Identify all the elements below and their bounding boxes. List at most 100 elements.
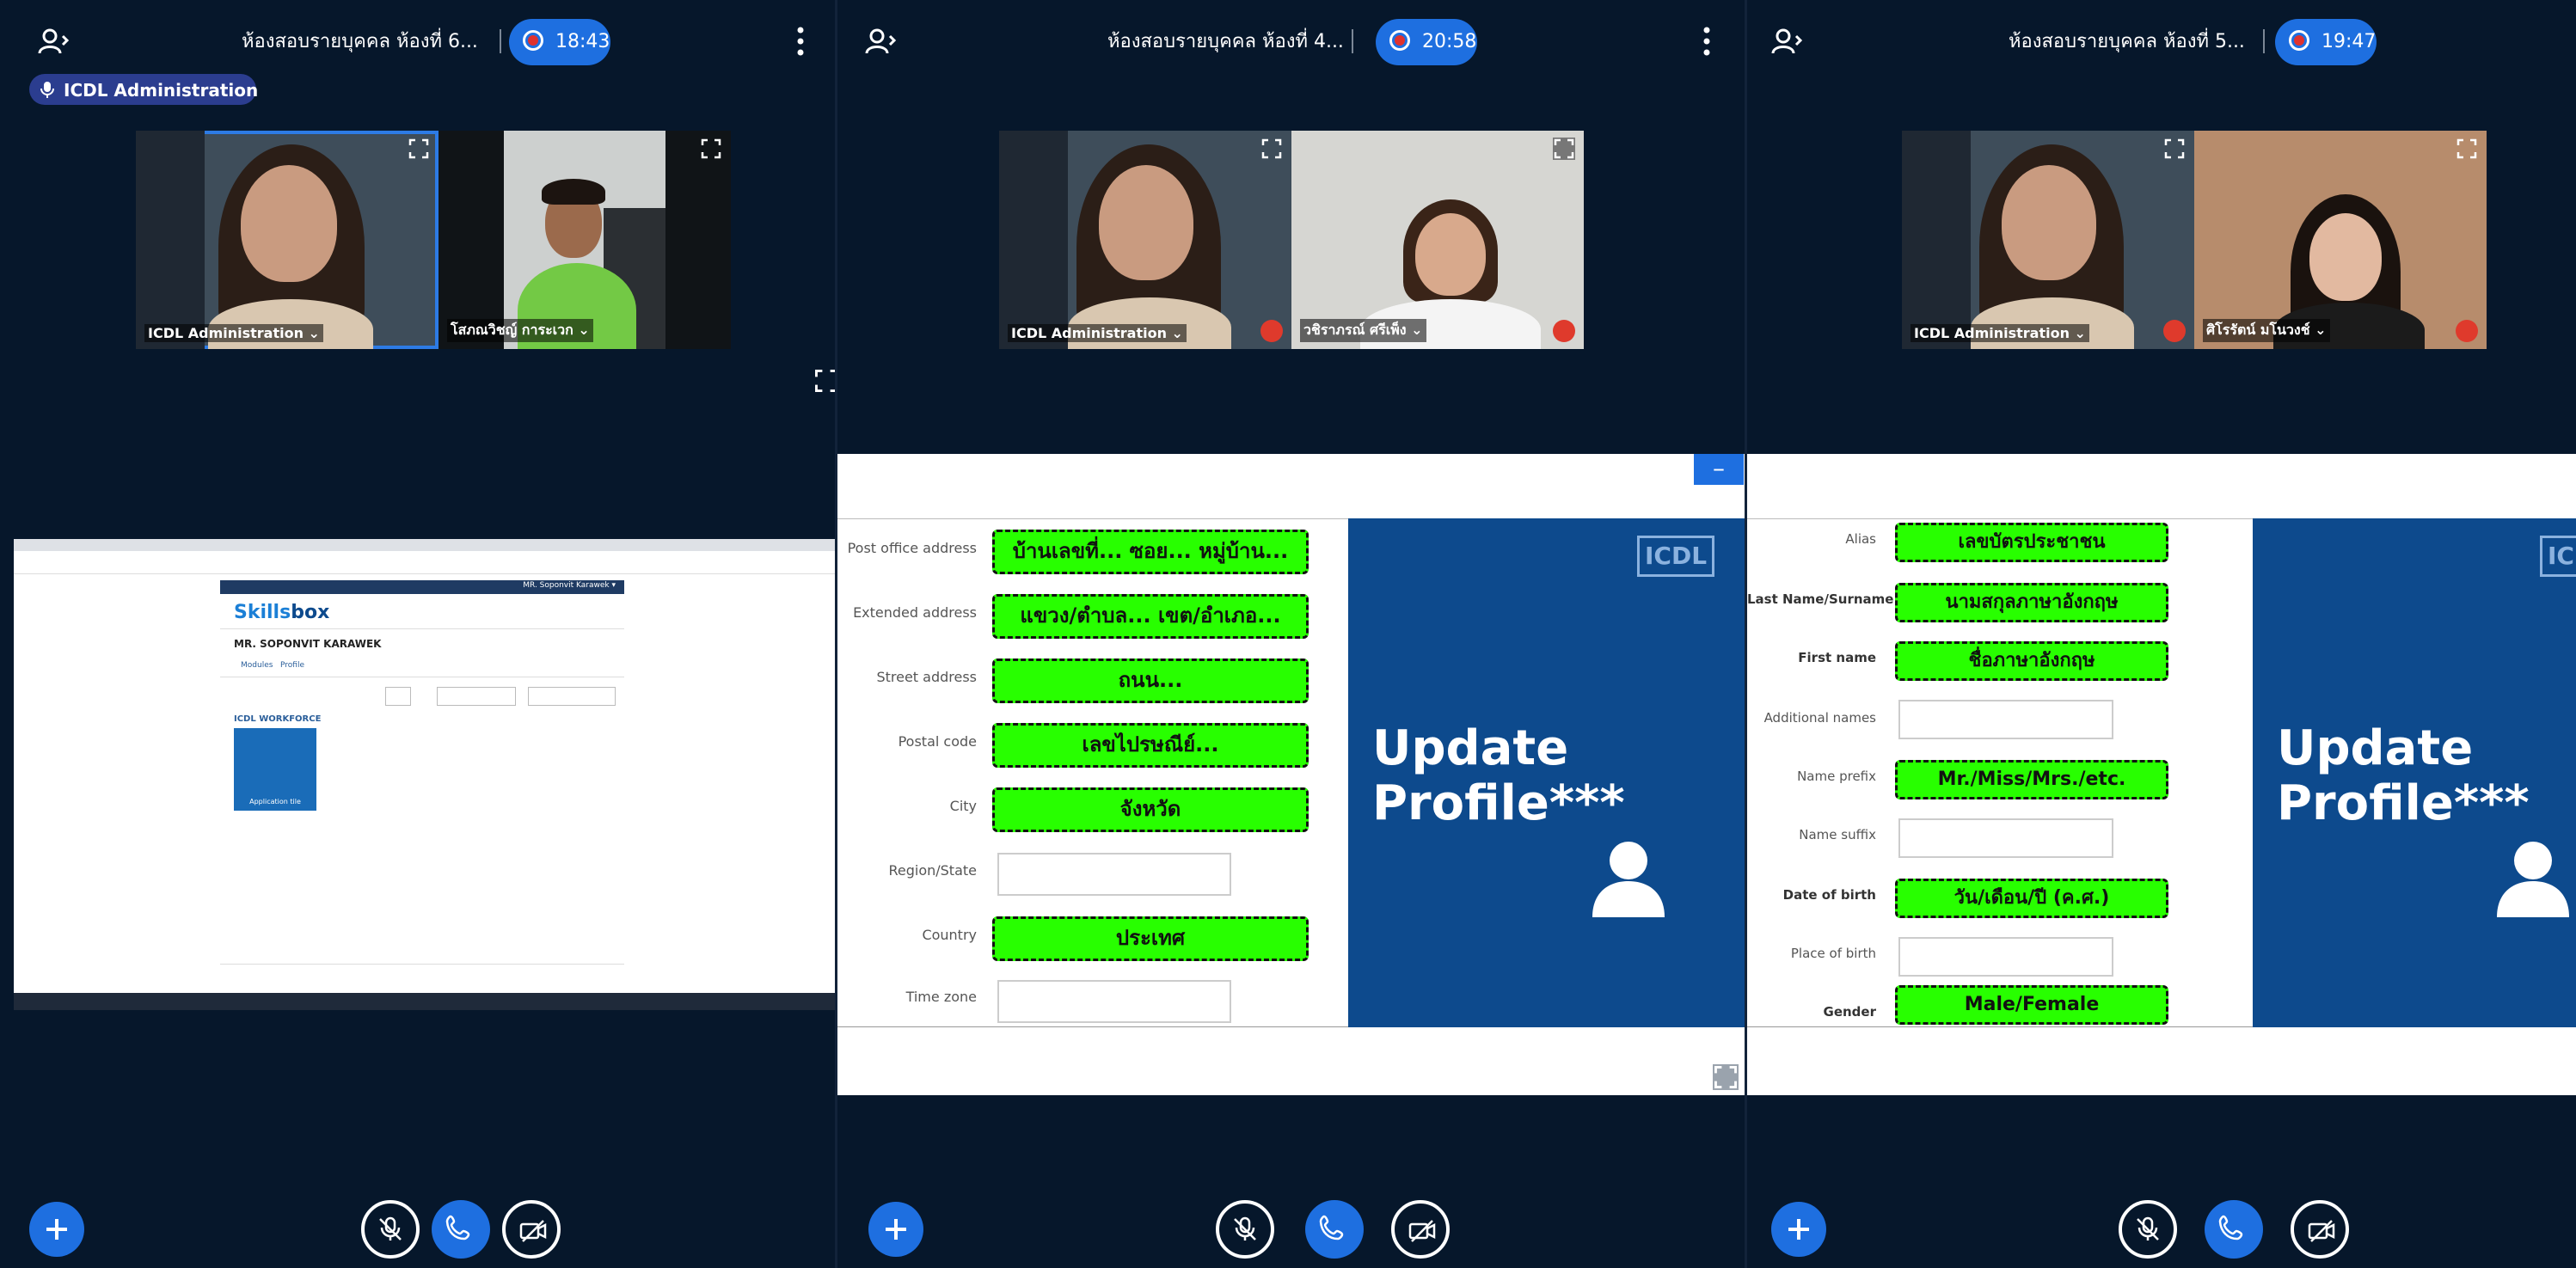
- camera-off-icon: [2308, 1220, 2335, 1242]
- recording-indicator[interactable]: 19:47: [2275, 19, 2377, 65]
- video-tile-admin[interactable]: ICDL Administration ⌄: [136, 131, 439, 349]
- fullscreen-icon[interactable]: [2163, 138, 2186, 160]
- video-tile-student[interactable]: วชิราภรณ์ ศรีเพ็ง ⌄: [1291, 131, 1584, 349]
- mic-muted-icon: [2163, 320, 2186, 342]
- minimize-presentation-button[interactable]: –: [1694, 454, 1744, 485]
- mute-button[interactable]: [1216, 1200, 1274, 1259]
- users-icon[interactable]: [863, 24, 898, 58]
- slide-headline: Update: [2277, 720, 2474, 776]
- fullscreen-icon[interactable]: [1553, 138, 1575, 160]
- plus-icon: [886, 1219, 906, 1240]
- fullscreen-icon[interactable]: [813, 368, 835, 394]
- leave-audio-button[interactable]: [2205, 1200, 2263, 1259]
- field-label: Post office address: [847, 540, 977, 556]
- field-value: บ้านเลขที่... ซอย... หมู่บ้าน...: [992, 530, 1309, 574]
- slide-headline: Update: [1372, 720, 1569, 776]
- skillsbox-nav: Modules Profile: [241, 661, 304, 670]
- browser-tabs: [14, 539, 835, 551]
- fullscreen-icon[interactable]: [1713, 1064, 1739, 1090]
- participant-name[interactable]: วชิราภรณ์ ศรีเพ็ง ⌄: [1300, 319, 1426, 342]
- field-label: Time zone: [905, 989, 977, 1005]
- field-value: จังหวัด: [992, 787, 1309, 832]
- actions-button[interactable]: [29, 1202, 84, 1257]
- video-tile-student[interactable]: ศิโรรัตน์ มโนวงช์ ⌄: [2194, 131, 2487, 349]
- users-icon[interactable]: [1769, 24, 1804, 58]
- presentation-slide: Alias เลขบัตรประชาชน Last Name/Surname น…: [1747, 454, 2576, 1095]
- mic-muted-icon: [379, 1216, 402, 1240]
- icdl-logo: ICDL: [1637, 536, 1715, 577]
- recording-indicator[interactable]: 18:43: [509, 19, 610, 65]
- field-label: Region/State: [888, 862, 977, 879]
- plus-icon: [46, 1219, 67, 1240]
- participant-name[interactable]: ICDL Administration ⌄: [1008, 324, 1187, 342]
- field-label: Postal code: [898, 733, 977, 750]
- field-label: Extended address: [853, 604, 977, 621]
- icdl-logo: ICDL: [2540, 536, 2576, 577]
- phone-icon: [1319, 1215, 1344, 1240]
- field-label: Name suffix: [1799, 827, 1876, 842]
- fullscreen-icon[interactable]: [408, 138, 430, 160]
- mic-muted-icon: [2456, 320, 2478, 342]
- camera-button[interactable]: [502, 1200, 561, 1259]
- users-icon[interactable]: [36, 24, 71, 58]
- browser-address-bar: [14, 551, 835, 574]
- kebab-menu-icon[interactable]: [1702, 26, 1711, 57]
- person-icon: [2497, 842, 2569, 917]
- talking-indicator: ICDL Administration: [29, 74, 258, 105]
- person-icon: [1592, 842, 1665, 917]
- actions-button[interactable]: [868, 1202, 923, 1257]
- slide-headline: Profile***: [1372, 775, 1625, 831]
- recording-indicator[interactable]: 20:58: [1376, 19, 1477, 65]
- mute-button[interactable]: [2119, 1200, 2177, 1259]
- field-value: นามสกุลภาษาอังกฤษ: [1895, 583, 2168, 622]
- fullscreen-icon[interactable]: [1260, 138, 1283, 160]
- mute-button[interactable]: [361, 1200, 420, 1259]
- record-icon: [1389, 30, 1410, 51]
- application-tile[interactable]: Application tile: [234, 728, 316, 811]
- microphone-icon: [40, 82, 54, 98]
- field-value: ประเทศ: [992, 916, 1309, 961]
- fullscreen-icon[interactable]: [2456, 138, 2478, 160]
- fullscreen-icon[interactable]: [700, 138, 722, 160]
- recording-time: 19:47: [2321, 31, 2377, 52]
- empty-field: [997, 853, 1231, 896]
- participant-name[interactable]: ICDL Administration ⌄: [144, 324, 323, 342]
- section-heading: ICDL WORKFORCE: [234, 714, 322, 724]
- field-label: Alias: [1845, 531, 1876, 547]
- room-title: ห้องสอบรายบุคคล ห้องที่ 6...: [242, 31, 478, 52]
- presentation-slide: – Post office address บ้านเลขที่... ซอย.…: [837, 454, 1745, 1095]
- field-label: Country: [922, 927, 977, 943]
- empty-field: [1898, 937, 2113, 977]
- field-value: เลขไปรษณีย์...: [992, 723, 1309, 768]
- participant-name[interactable]: ศิโรรัตน์ มโนวงช์ ⌄: [2203, 319, 2330, 342]
- field-label: City: [949, 798, 977, 814]
- plus-icon: [1788, 1219, 1809, 1240]
- video-tile-admin[interactable]: ICDL Administration ⌄: [1902, 131, 2194, 349]
- username: MR. SOPONVIT KARAWEK: [234, 638, 382, 650]
- field-label: Place of birth: [1790, 946, 1876, 961]
- actions-button[interactable]: [1771, 1202, 1826, 1257]
- meeting-panel-3: ห้องสอบรายบุคคล ห้องที่ 5... 19:47 ICDL …: [1747, 0, 2576, 1268]
- video-tile-student[interactable]: โสภณวิชญ์ การะเวก ⌄: [439, 131, 731, 349]
- kebab-menu-icon[interactable]: [796, 26, 805, 57]
- slide-banner: ICDL Update Profile***: [1348, 518, 1745, 1027]
- record-icon: [2289, 30, 2309, 51]
- phone-icon: [2218, 1215, 2243, 1240]
- recording-time: 18:43: [555, 31, 610, 52]
- field-label: Last Name/Surname: [1747, 591, 1894, 607]
- windows-taskbar: [14, 993, 835, 1010]
- camera-button[interactable]: [1391, 1200, 1450, 1259]
- mic-muted-icon: [1553, 320, 1575, 342]
- mic-muted-icon: [1234, 1216, 1256, 1240]
- field-value: Male/Female: [1895, 985, 2168, 1025]
- participant-name[interactable]: โสภณวิชญ์ การะเวก ⌄: [447, 319, 593, 342]
- field-value: วัน/เดือน/ปี (ค.ศ.): [1895, 879, 2168, 918]
- mic-muted-icon: [1260, 320, 1283, 342]
- leave-audio-button[interactable]: [1305, 1200, 1364, 1259]
- camera-button[interactable]: [2291, 1200, 2349, 1259]
- field-value: เลขบัตรประชาชน: [1895, 523, 2168, 562]
- leave-audio-button[interactable]: [432, 1200, 490, 1259]
- field-value: แขวง/ตำบล... เขต/อำเภอ...: [992, 594, 1309, 639]
- video-tile-admin[interactable]: ICDL Administration ⌄: [999, 131, 1291, 349]
- participant-name[interactable]: ICDL Administration ⌄: [1911, 324, 2089, 342]
